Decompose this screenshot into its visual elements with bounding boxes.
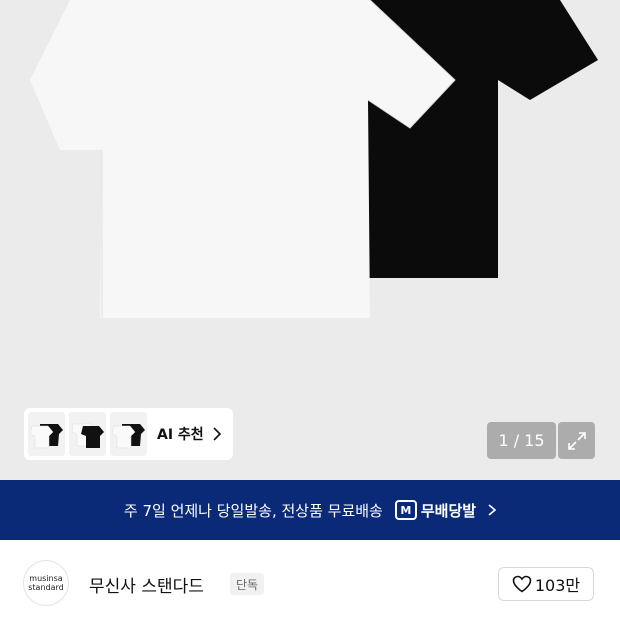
free-shipping-badge: M 무배당발 — [394, 500, 477, 521]
truck-icon: M — [394, 500, 417, 520]
ai-thumbnail — [69, 412, 106, 456]
ai-recommend-button[interactable]: AI 추천 — [24, 408, 233, 460]
banner-text: 주 7일 언제나 당일발송, 전상품 무료배송 — [123, 501, 383, 520]
brand-row: musinsa standard 무신사 스탠다드 단독 103만 — [0, 540, 620, 620]
expand-button[interactable] — [558, 422, 595, 459]
heart-icon — [512, 575, 532, 593]
logo-line: musinsa — [29, 574, 63, 583]
like-count: 103만 — [534, 576, 581, 595]
chevron-right-icon — [213, 427, 221, 441]
exclusive-badge: 단독 — [230, 573, 265, 595]
badge-label: 무배당발 — [420, 501, 477, 520]
shipping-banner[interactable]: 주 7일 언제나 당일발송, 전상품 무료배송 M 무배당발 — [0, 480, 620, 540]
logo-line: standard — [28, 583, 64, 592]
image-counter: 1 / 15 — [487, 422, 556, 459]
expand-icon — [567, 431, 586, 450]
chevron-right-icon — [488, 504, 497, 516]
ai-thumbnail — [110, 412, 147, 456]
brand-name[interactable]: 무신사 스탠다드 — [89, 572, 204, 597]
brand-logo[interactable]: musinsa standard — [23, 560, 69, 606]
ai-recommend-label: AI 추천 — [157, 427, 204, 443]
like-button[interactable]: 103만 — [498, 567, 594, 601]
ai-thumbnail — [28, 412, 65, 456]
